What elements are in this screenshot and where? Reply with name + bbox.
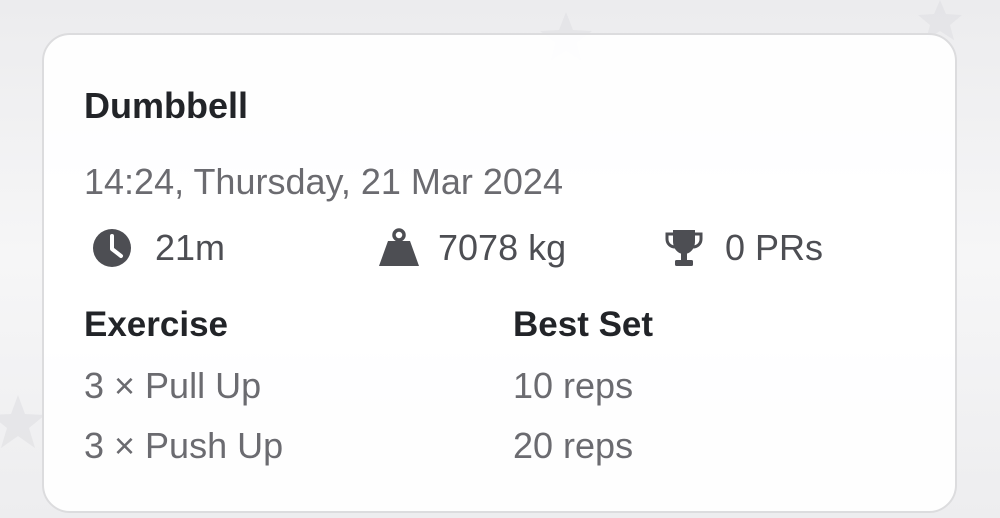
trophy-icon xyxy=(664,228,704,268)
volume-stat: 7078 kg xyxy=(378,227,566,269)
best-set-cell: 10 reps xyxy=(513,365,634,406)
weight-icon xyxy=(378,228,419,268)
volume-value: 7078 kg xyxy=(438,227,567,268)
duration-value: 21m xyxy=(155,227,226,268)
workout-datetime: 14:24, Thursday, 21 Mar 2024 xyxy=(84,161,563,202)
workout-card[interactable]: Dumbbell 14:24, Thursday, 21 Mar 2024 21… xyxy=(42,33,957,513)
clock-icon xyxy=(92,228,132,268)
workout-title: Dumbbell xyxy=(84,85,249,126)
prs-value: 0 PRs xyxy=(725,227,824,268)
exercise-cell: 3 × Pull Up xyxy=(84,365,262,406)
prs-stat: 0 PRs xyxy=(664,227,823,269)
duration-stat: 21m xyxy=(92,227,225,269)
best-set-column-header: Best Set xyxy=(513,305,654,344)
best-set-cell: 20 reps xyxy=(513,425,634,466)
exercise-column-header: Exercise xyxy=(84,305,229,344)
exercise-cell: 3 × Push Up xyxy=(84,425,284,466)
